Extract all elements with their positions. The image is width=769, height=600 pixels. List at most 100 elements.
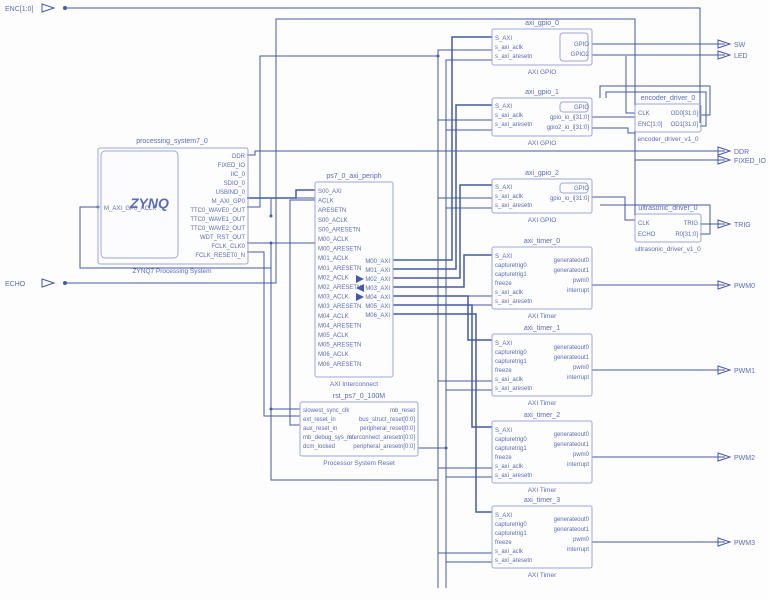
right-externals: SW LED DDR FIXED_IO TRIG PWM0 PWM1 PWM2 … <box>718 40 766 547</box>
svg-text:capturetrig0: capturetrig0 <box>495 437 527 443</box>
svg-text:SDIO_0: SDIO_0 <box>224 181 246 187</box>
svg-text:axi_gpio_0: axi_gpio_0 <box>525 20 559 27</box>
svg-text:s_axi_aresetn: s_axi_aresetn <box>495 299 532 305</box>
svg-text:S_AXI: S_AXI <box>495 254 512 260</box>
svg-text:S_AXI: S_AXI <box>495 104 512 110</box>
svg-text:interrupt: interrupt <box>567 547 589 553</box>
svg-text:FIXED_IO: FIXED_IO <box>734 158 766 165</box>
svg-text:AXI Timer: AXI Timer <box>528 572 557 579</box>
svg-text:encoder_driver_v1_0: encoder_driver_v1_0 <box>637 136 698 143</box>
svg-text:ultrasonic_driver_0: ultrasonic_driver_0 <box>638 205 697 212</box>
svg-text:s_axi_aresetn: s_axi_aresetn <box>495 558 532 564</box>
ext-echo: ECHO <box>5 281 26 288</box>
svg-text:interrupt: interrupt <box>567 288 589 294</box>
svg-text:ENC[1:0]: ENC[1:0] <box>638 122 663 128</box>
svg-text:CLK: CLK <box>638 221 650 227</box>
svg-text:S00_AXI: S00_AXI <box>318 189 342 195</box>
svg-text:AXI GPIO: AXI GPIO <box>528 217 557 224</box>
svg-text:GPIO2: GPIO2 <box>571 52 590 58</box>
svg-text:AXI Interconnect: AXI Interconnect <box>330 381 378 388</box>
svg-text:S_AXI: S_AXI <box>495 185 512 191</box>
encoder-driver: encoder_driver_0 CLKENC[1:0]OD0[31:0]OD1… <box>635 95 701 143</box>
svg-text:DDR: DDR <box>734 149 749 156</box>
svg-text:gpio_io_i[31:0]: gpio_io_i[31:0] <box>550 196 589 202</box>
svg-text:aux_reset_in: aux_reset_in <box>303 426 337 432</box>
svg-text:PWM1: PWM1 <box>734 368 755 375</box>
svg-text:s_axi_aresetn: s_axi_aresetn <box>495 203 532 209</box>
axi-gpio-1: axi_gpio_1 S_AXIs_axi_aclks_axi_aresetnG… <box>492 89 592 147</box>
svg-text:R0[31:0]: R0[31:0] <box>675 232 698 238</box>
svg-text:ECHO: ECHO <box>638 232 656 238</box>
svg-text:pwm0: pwm0 <box>573 537 590 543</box>
svg-text:pwm0: pwm0 <box>573 278 590 284</box>
svg-text:TRIG: TRIG <box>684 221 699 227</box>
svg-text:peripheral_aresetn[0:0]: peripheral_aresetn[0:0] <box>353 444 415 450</box>
svg-text:S_AXI: S_AXI <box>495 428 512 434</box>
svg-text:AXI Timer: AXI Timer <box>528 313 557 320</box>
svg-text:S00_ARESETN: S00_ARESETN <box>318 227 360 233</box>
svg-text:interconnect_aresetn[0:0]: interconnect_aresetn[0:0] <box>347 435 415 441</box>
svg-text:axi_timer_1: axi_timer_1 <box>524 325 560 332</box>
svg-text:PWM3: PWM3 <box>734 540 755 547</box>
svg-text:freeze: freeze <box>495 281 512 287</box>
svg-text:CLK: CLK <box>638 111 650 117</box>
svg-text:axi_timer_0: axi_timer_0 <box>524 238 560 245</box>
svg-text:TTC0_WAVE2_OUT: TTC0_WAVE2_OUT <box>190 226 245 232</box>
svg-text:pwm0: pwm0 <box>573 365 590 371</box>
svg-text:M00_AXI: M00_AXI <box>365 259 390 265</box>
svg-text:capturetrig1: capturetrig1 <box>495 272 527 278</box>
svg-text:Processor System Reset: Processor System Reset <box>323 460 395 467</box>
svg-text:capturetrig0: capturetrig0 <box>495 350 527 356</box>
svg-text:generateout1: generateout1 <box>554 527 590 533</box>
svg-text:M_AXI_GP0_ACLK: M_AXI_GP0_ACLK <box>104 206 156 212</box>
svg-text:ps7_0_axi_periph: ps7_0_axi_periph <box>326 173 381 180</box>
svg-text:slowest_sync_clk: slowest_sync_clk <box>303 408 350 414</box>
svg-text:S_AXI: S_AXI <box>495 341 512 347</box>
svg-text:capturetrig1: capturetrig1 <box>495 446 527 452</box>
svg-text:OD0[31:0]: OD0[31:0] <box>671 111 699 117</box>
svg-text:PWM2: PWM2 <box>734 455 755 462</box>
zynq-block: processing_system7_0 ZYNQ M_AXI_GP0_ACLK… <box>98 138 248 275</box>
svg-text:GPIO: GPIO <box>574 186 589 192</box>
svg-text:gpio2_io_i[31:0]: gpio2_io_i[31:0] <box>547 125 590 131</box>
axi-interconnect-block: ps7_0_axi_periph S00_AXIACLKARESETNS00_A… <box>315 173 393 388</box>
svg-text:M06_AXI: M06_AXI <box>365 313 390 319</box>
svg-text:TTC0_WAVE1_OUT: TTC0_WAVE1_OUT <box>190 217 245 223</box>
svg-text:M00_ARESETN: M00_ARESETN <box>318 247 361 253</box>
svg-text:M01_ARESETN: M01_ARESETN <box>318 266 361 272</box>
svg-text:s_axi_aclk: s_axi_aclk <box>495 464 524 470</box>
svg-text:M03_ACLK: M03_ACLK <box>318 295 349 301</box>
svg-text:M01_ACLK: M01_ACLK <box>318 256 349 262</box>
svg-text:USBIND_0: USBIND_0 <box>216 190 246 196</box>
svg-text:S00_ACLK: S00_ACLK <box>318 218 348 224</box>
svg-text:M_AXI_GP0: M_AXI_GP0 <box>212 199 246 205</box>
svg-text:M04_ARESETN: M04_ARESETN <box>318 323 361 329</box>
svg-text:capturetrig0: capturetrig0 <box>495 522 527 528</box>
svg-text:AXI GPIO: AXI GPIO <box>528 140 557 147</box>
svg-text:generateout0: generateout0 <box>554 517 590 523</box>
svg-text:ZYNQ7 Processing System: ZYNQ7 Processing System <box>132 268 211 275</box>
svg-text:ARESETN: ARESETN <box>318 208 346 214</box>
svg-text:s_axi_aresetn: s_axi_aresetn <box>495 54 532 60</box>
svg-text:M02_ACLK: M02_ACLK <box>318 275 349 281</box>
svg-text:peripheral_reset[0:0]: peripheral_reset[0:0] <box>360 426 415 432</box>
svg-text:M05_ARESETN: M05_ARESETN <box>318 343 361 349</box>
svg-text:FIXED_IO: FIXED_IO <box>218 163 246 169</box>
svg-text:LED: LED <box>734 53 748 60</box>
svg-text:M04_ACLK: M04_ACLK <box>318 314 349 320</box>
svg-text:axi_timer_2: axi_timer_2 <box>524 412 560 419</box>
svg-text:generateout1: generateout1 <box>554 268 590 274</box>
svg-text:s_axi_aclk: s_axi_aclk <box>495 549 524 555</box>
svg-text:AXI GPIO: AXI GPIO <box>528 69 557 76</box>
svg-text:S_AXI: S_AXI <box>495 513 512 519</box>
svg-text:axi_timer_3: axi_timer_3 <box>524 497 560 504</box>
svg-text:rst_ps7_0_100M: rst_ps7_0_100M <box>333 393 385 400</box>
svg-text:s_axi_aclk: s_axi_aclk <box>495 377 524 383</box>
svg-text:M05_ACLK: M05_ACLK <box>318 333 349 339</box>
axi-gpio-2: axi_gpio_2 S_AXIs_axi_aclks_axi_aresetnG… <box>492 170 592 224</box>
svg-text:WDT_RST_OUT: WDT_RST_OUT <box>200 235 245 241</box>
reset-block: rst_ps7_0_100M slowest_sync_clkext_reset… <box>300 393 418 467</box>
svg-text:s_axi_aresetn: s_axi_aresetn <box>495 473 532 479</box>
axi-timer-3: axi_timer_3 S_AXIcapturetrig0capturetrig… <box>492 497 592 579</box>
axi-timer-2: axi_timer_2 S_AXI capturetrig0 capturetrig… <box>492 412 592 494</box>
